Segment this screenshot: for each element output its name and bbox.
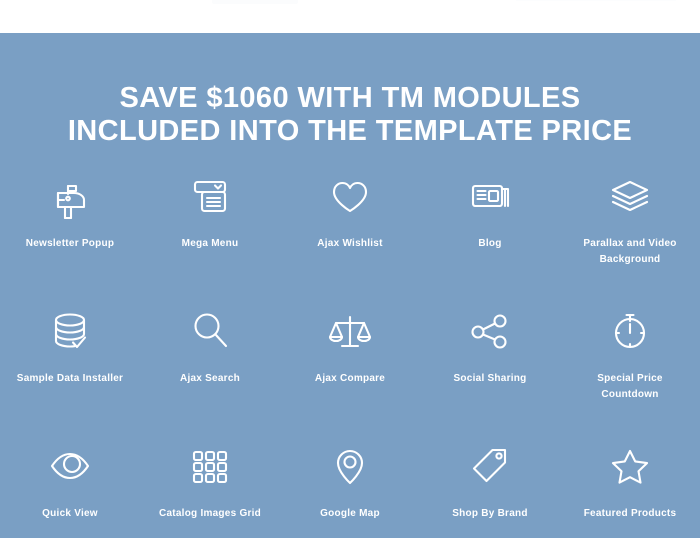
- grid-3x3-icon: [184, 437, 236, 493]
- modules-row: Newsletter Popup Mega Menu Ajax Wishlist: [0, 167, 700, 302]
- heart-icon: [324, 167, 376, 223]
- price-tag-icon: [464, 437, 516, 493]
- page-top-strip: [0, 0, 700, 33]
- module-item[interactable]: Newsletter Popup: [0, 167, 140, 302]
- page-title: SAVE $1060 WITH TM MODULES INCLUDED INTO…: [0, 82, 700, 148]
- module-item[interactable]: Featured Products: [560, 437, 700, 538]
- modules-row: Quick View Catalog Images Grid Google Ma…: [0, 437, 700, 538]
- map-pin-icon: [324, 437, 376, 493]
- star-icon: [604, 437, 656, 493]
- page-title-line-2: INCLUDED INTO THE TEMPLATE PRICE: [67, 115, 633, 147]
- module-item[interactable]: Ajax Search: [140, 302, 280, 437]
- eye-icon: [44, 437, 96, 493]
- module-item[interactable]: Shop By Brand: [420, 437, 560, 538]
- module-label: Quick View: [42, 508, 98, 519]
- module-item[interactable]: Mega Menu: [140, 167, 280, 302]
- modules-promo-banner: SAVE $1060 WITH TM MODULES INCLUDED INTO…: [0, 33, 700, 538]
- database-check-icon: [44, 302, 96, 358]
- magnifier-icon: [184, 302, 236, 358]
- stopwatch-icon: [604, 302, 656, 358]
- module-label: Social Sharing: [453, 373, 527, 384]
- share-nodes-icon: [464, 302, 516, 358]
- mega-menu-icon: [184, 167, 236, 223]
- module-item[interactable]: Ajax Wishlist: [280, 167, 420, 302]
- scales-icon: [324, 302, 376, 358]
- module-label: Featured Products: [583, 508, 677, 519]
- module-item[interactable]: Ajax Compare: [280, 302, 420, 437]
- module-item[interactable]: Quick View: [0, 437, 140, 538]
- module-label: Mega Menu: [181, 238, 239, 249]
- module-label: Google Map: [320, 508, 380, 519]
- module-label: Parallax and Video Background: [583, 238, 677, 265]
- modules-row: Sample Data Installer Ajax Search Ajax C…: [0, 302, 700, 437]
- module-item[interactable]: Parallax and Video Background: [560, 167, 700, 302]
- clipped-element-left: [212, 0, 298, 4]
- module-item[interactable]: Blog: [420, 167, 560, 302]
- module-label: Newsletter Popup: [25, 238, 115, 249]
- mailbox-icon: [44, 167, 96, 223]
- module-label: Shop By Brand: [452, 508, 528, 519]
- module-label: Ajax Search: [179, 373, 240, 384]
- module-item[interactable]: Catalog Images Grid: [140, 437, 280, 538]
- newspaper-icon: [464, 167, 516, 223]
- module-label: Special Price Countdown: [597, 373, 663, 400]
- promo-page: SAVE $1060 WITH TM MODULES INCLUDED INTO…: [0, 0, 700, 538]
- clipped-element-right: [516, 0, 676, 1]
- module-item[interactable]: Google Map: [280, 437, 420, 538]
- module-label: Ajax Wishlist: [317, 238, 383, 249]
- module-label: Catalog Images Grid: [159, 508, 261, 519]
- module-label: Ajax Compare: [314, 373, 386, 384]
- module-item[interactable]: Sample Data Installer: [0, 302, 140, 437]
- module-label: Blog: [478, 238, 502, 249]
- module-item[interactable]: Special Price Countdown: [560, 302, 700, 437]
- layers-icon: [604, 167, 656, 223]
- module-item[interactable]: Social Sharing: [420, 302, 560, 437]
- modules-grid: Newsletter Popup Mega Menu Ajax Wishlist: [0, 167, 700, 538]
- module-label: Sample Data Installer: [16, 373, 124, 384]
- page-title-line-1: SAVE $1060 WITH TM MODULES: [119, 82, 581, 114]
